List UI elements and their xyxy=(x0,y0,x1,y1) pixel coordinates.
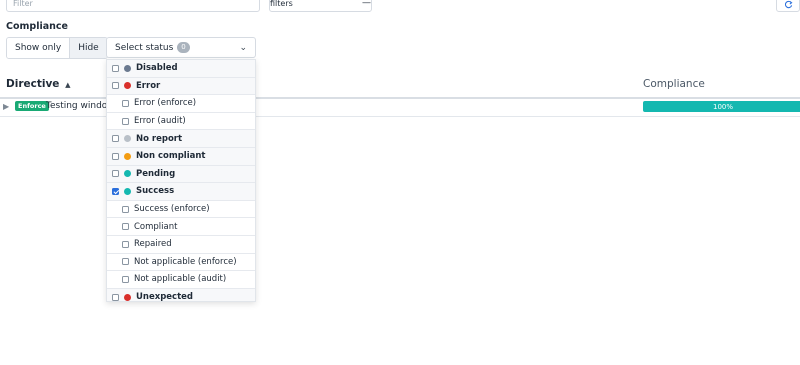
status-option-label: Error (audit) xyxy=(134,116,186,127)
status-select[interactable]: Select status 0 ⌄ xyxy=(106,37,256,58)
status-option-label: Compliant xyxy=(134,221,178,232)
status-option-checkbox[interactable] xyxy=(112,170,119,178)
status-option[interactable]: Error (audit) xyxy=(107,112,255,131)
disabled-dot-icon xyxy=(124,64,131,72)
status-option-checkbox[interactable] xyxy=(112,152,119,160)
status-option-label: Disabled xyxy=(136,63,178,74)
directive-column-header[interactable]: Directive ▲ xyxy=(6,78,70,90)
status-option[interactable]: Not applicable (enforce) xyxy=(107,253,255,272)
status-option-label: Pending xyxy=(136,168,176,179)
status-option[interactable]: Not applicable (audit) xyxy=(107,271,255,289)
status-option[interactable]: Pending xyxy=(107,165,255,184)
status-option-checkbox[interactable] xyxy=(122,275,129,283)
directive-header-label: Directive xyxy=(6,78,60,90)
success-dot-icon xyxy=(124,187,131,195)
directive-name: Testing windows xyxy=(46,101,106,111)
compliance-filter-toggle: Show only Hide xyxy=(6,37,108,59)
show-only-toggle[interactable]: Show only xyxy=(7,38,70,58)
status-option[interactable]: Compliant xyxy=(107,218,255,236)
status-option[interactable]: Disabled xyxy=(107,60,255,78)
unexpected-dot-icon xyxy=(124,293,131,301)
status-dropdown: Disabled Error Error (enforce) Error (audit… xyxy=(106,59,256,302)
status-option-label: Non compliant xyxy=(136,151,206,162)
status-option[interactable]: No report xyxy=(107,130,255,148)
status-option-label: Error (enforce) xyxy=(134,98,197,109)
status-count-badge: 0 xyxy=(177,42,190,53)
status-option[interactable]: Non compliant xyxy=(107,147,255,166)
hide-compliance-filters-button[interactable]: Hide compliance filters — xyxy=(269,0,372,12)
filter-input[interactable]: Filter xyxy=(6,0,260,12)
compliance-progress-bar: 100% xyxy=(643,101,800,112)
enforce-badge: Enforce xyxy=(15,101,49,111)
status-option-checkbox[interactable] xyxy=(122,205,129,213)
status-option-label: Repaired xyxy=(134,239,172,250)
status-option-label: Not applicable (enforce) xyxy=(134,256,237,267)
refresh-icon xyxy=(784,0,792,9)
status-option-checkbox[interactable] xyxy=(122,258,129,266)
status-option-label: Unexpected xyxy=(136,292,194,302)
status-option-checkbox[interactable] xyxy=(122,240,129,248)
refresh-button[interactable] xyxy=(776,0,800,12)
status-option[interactable]: Success (enforce) xyxy=(107,200,255,219)
status-option-checkbox[interactable] xyxy=(112,293,119,301)
status-option[interactable]: Repaired xyxy=(107,235,255,254)
hide-compliance-filters-label: Hide compliance filters xyxy=(270,0,293,8)
status-option-label: Success (enforce) xyxy=(134,204,210,215)
status-option-checkbox[interactable] xyxy=(122,117,129,125)
status-option-checkbox[interactable] xyxy=(112,187,119,195)
status-option[interactable]: Error xyxy=(107,77,255,96)
expand-caret-icon[interactable]: ▶ xyxy=(3,102,9,111)
status-option-checkbox[interactable] xyxy=(122,99,129,107)
minus-icon: — xyxy=(362,0,371,8)
no-report-dot-icon xyxy=(124,135,131,143)
status-option-checkbox[interactable] xyxy=(112,82,119,90)
status-option-checkbox[interactable] xyxy=(122,223,129,231)
non-compliant-dot-icon xyxy=(124,152,131,160)
pending-dot-icon xyxy=(124,170,131,178)
status-option-label: Success xyxy=(136,186,175,197)
hide-toggle[interactable]: Hide xyxy=(69,38,107,58)
status-option-label: No report xyxy=(136,133,183,144)
status-option-checkbox[interactable] xyxy=(112,64,119,72)
status-option-checkbox[interactable] xyxy=(112,135,119,143)
sort-ascending-icon: ▲ xyxy=(65,81,71,89)
compliance-column-header[interactable]: Compliance xyxy=(643,78,705,90)
chevron-down-icon: ⌄ xyxy=(239,42,247,53)
status-option[interactable]: Success xyxy=(107,183,255,201)
status-select-label: Select status xyxy=(115,42,174,53)
status-option[interactable]: Unexpected xyxy=(107,288,255,302)
status-option-label: Not applicable (audit) xyxy=(134,274,227,285)
status-option-label: Error xyxy=(136,80,161,91)
compliance-percent: 100% xyxy=(712,102,733,111)
status-option[interactable]: Error (enforce) xyxy=(107,95,255,113)
compliance-section-title: Compliance xyxy=(6,21,68,32)
error-dot-icon xyxy=(124,82,131,90)
